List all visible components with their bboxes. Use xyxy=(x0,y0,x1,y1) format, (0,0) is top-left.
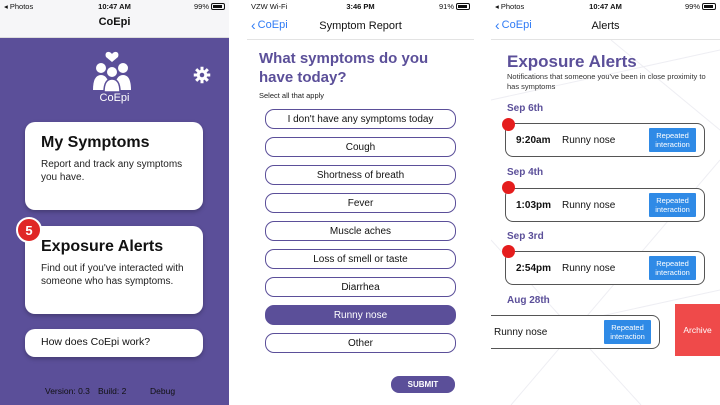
archive-button[interactable]: Archive xyxy=(675,304,720,356)
nav-title: Alerts xyxy=(591,20,620,32)
alert-row[interactable]: 9:20am Runny nose Repeated interaction xyxy=(505,123,705,157)
battery-icon xyxy=(702,2,716,10)
nav-bar: ‹ CoEpi Symptom Report xyxy=(247,12,474,40)
symptom-option[interactable]: Runny nose xyxy=(265,305,456,325)
exposure-alerts-card[interactable]: Exposure Alerts Find out if you've inter… xyxy=(25,226,203,314)
repeated-interaction-tag: Repeated interaction xyxy=(649,193,696,217)
symptom-option[interactable]: Shortness of breath xyxy=(265,165,456,185)
alert-symptom: Runny nose xyxy=(562,199,616,211)
unread-dot xyxy=(502,181,515,194)
my-symptoms-card[interactable]: My Symptoms Report and track any symptom… xyxy=(25,122,203,210)
status-carrier: ◂ Photos xyxy=(495,1,525,11)
alert-row[interactable]: 1:03pm Runny nose Repeated interaction xyxy=(505,188,705,222)
how-it-works-button[interactable]: How does CoEpi work? xyxy=(25,329,203,357)
alert-count-badge: 5 xyxy=(16,217,42,243)
unread-dot xyxy=(502,245,515,258)
alert-date: Sep 4th xyxy=(507,167,544,178)
alert-date: Sep 3rd xyxy=(507,231,544,242)
battery-percent: 99% xyxy=(193,1,209,11)
page-description: Notifications that someone you've been i… xyxy=(507,72,706,91)
nav-title: Symptom Report xyxy=(319,20,402,32)
battery-percent: 91% xyxy=(438,1,454,11)
alert-symptom: Runny nose xyxy=(562,134,616,146)
battery-icon xyxy=(211,2,225,10)
repeated-interaction-tag: Repeated interaction xyxy=(604,320,651,344)
build-label: Build: 2 xyxy=(98,386,127,396)
status-bar: ◂ Photos 10:47 AM 99% xyxy=(0,0,229,12)
unread-dot xyxy=(502,118,515,131)
alert-symptom: Runny nose xyxy=(494,326,548,338)
alerts-screen: ◂ Photos 10:47 AM 99% ‹ CoEpi Alerts Exp… xyxy=(491,0,720,405)
page-title: CoEpi xyxy=(98,16,131,28)
my-symptoms-desc: Report and track any symptoms you have. xyxy=(41,159,183,183)
repeated-interaction-tag: Repeated interaction xyxy=(649,128,696,152)
battery-percent: 99% xyxy=(684,1,700,11)
alert-row[interactable]: 2:54pm Runny nose Repeated interaction xyxy=(505,251,705,285)
home-screen: ◂ Photos 10:47 AM 99% CoEpi CoEpi My Sym… xyxy=(0,0,229,405)
symptom-option[interactable]: Cough xyxy=(265,137,456,157)
screenshot-collage: ◂ Photos 10:47 AM 99% CoEpi CoEpi My Sym… xyxy=(0,0,720,405)
my-symptoms-title: My Symptoms xyxy=(41,134,150,151)
alert-date: Sep 6th xyxy=(507,103,544,114)
symptom-option[interactable]: Other xyxy=(265,333,456,353)
symptom-option[interactable]: Loss of smell or taste xyxy=(265,249,456,269)
symptom-report-screen: VZW Wi-Fi 3:46 PM 91% ‹ CoEpi Symptom Re… xyxy=(247,0,474,405)
alert-time: 1:03pm xyxy=(516,199,552,211)
exposure-alerts-desc: Find out if you've interacted with someo… xyxy=(41,263,184,287)
symptom-option[interactable]: Muscle aches xyxy=(265,221,456,241)
status-carrier: VZW Wi-Fi xyxy=(251,1,288,11)
logo-text: CoEpi xyxy=(99,92,130,104)
alert-row-swiped[interactable]: pm Runny nose Repeated interaction xyxy=(491,315,660,349)
alert-time: 2:54pm xyxy=(516,262,552,274)
page-heading: Exposure Alerts xyxy=(507,52,637,71)
alert-date: Aug 28th xyxy=(507,295,550,306)
nav-bar: ‹ CoEpi Alerts xyxy=(491,12,720,40)
status-carrier: ◂ Photos xyxy=(4,1,34,11)
page-subtitle: Select all that apply xyxy=(259,91,325,100)
symptom-option[interactable]: Fever xyxy=(265,193,456,213)
symptom-option[interactable]: I don't have any symptoms today xyxy=(265,109,456,129)
gear-icon[interactable] xyxy=(193,66,211,84)
status-bar: ◂ Photos 10:47 AM 99% xyxy=(491,0,720,12)
status-bar: VZW Wi-Fi 3:46 PM 91% xyxy=(247,0,474,12)
repeated-interaction-tag: Repeated interaction xyxy=(649,256,696,280)
page-heading: What symptoms do you have today? xyxy=(259,50,429,86)
exposure-alerts-title: Exposure Alerts xyxy=(41,238,164,255)
coepi-logo-icon xyxy=(93,51,131,93)
submit-button[interactable]: SUBMIT xyxy=(391,376,455,393)
debug-link[interactable]: Debug xyxy=(150,386,175,396)
version-label: Version: 0.3 xyxy=(45,386,90,396)
symptom-option[interactable]: Diarrhea xyxy=(265,277,456,297)
alert-symptom: Runny nose xyxy=(562,262,616,274)
alert-time: 9:20am xyxy=(516,134,551,146)
battery-icon xyxy=(456,2,470,10)
